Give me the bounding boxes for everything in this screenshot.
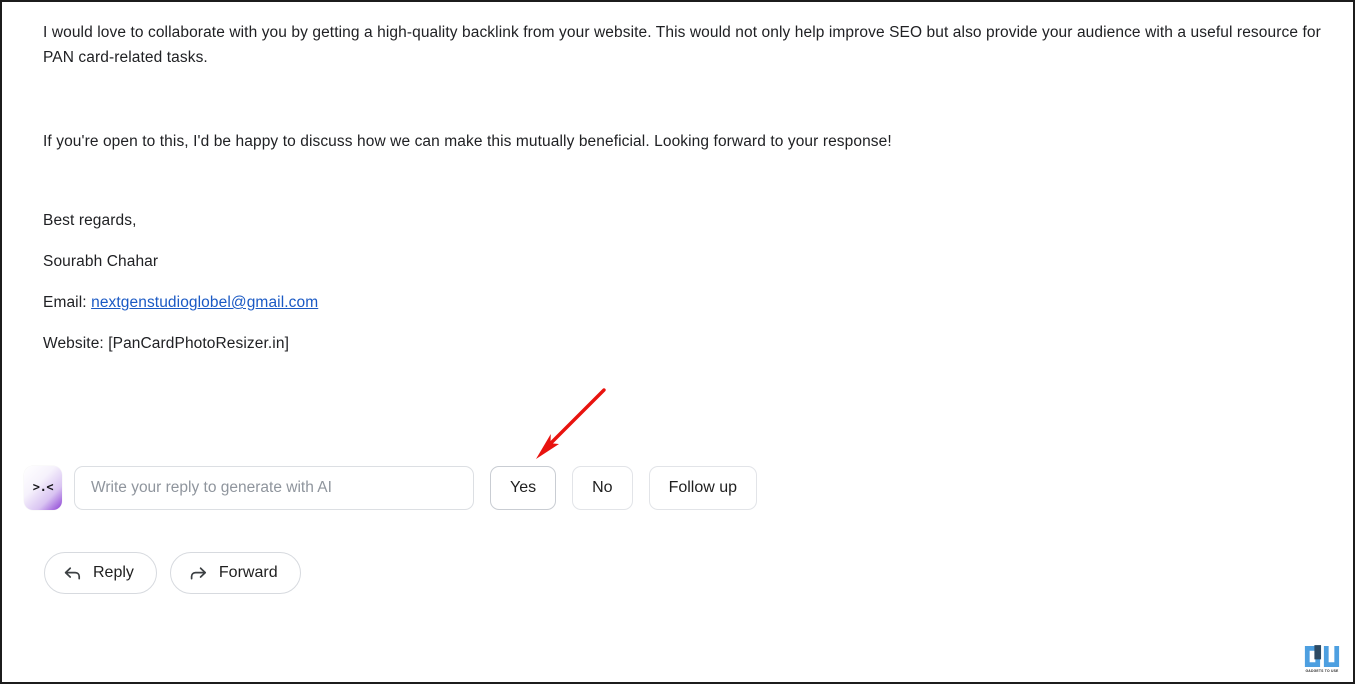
forward-button[interactable]: Forward <box>169 552 301 594</box>
ai-face-glyph: >.< <box>32 480 54 494</box>
ai-reply-input[interactable] <box>74 466 474 510</box>
watermark-text: GADGETS TO USE <box>1305 669 1339 673</box>
forward-arrow-icon <box>189 565 208 582</box>
reply-button-label: Reply <box>93 564 134 581</box>
watermark-mark-icon <box>1304 645 1340 667</box>
annotation-arrow-icon <box>526 385 612 470</box>
signature-website-line: Website: [PanCardPhotoResizer.in] <box>43 335 289 352</box>
suggestion-follow-up-button[interactable]: Follow up <box>648 466 758 510</box>
ai-reply-bar: >.< Yes No Follow up <box>24 466 758 510</box>
email-paragraph-2-wrap: If you're open to this, I'd be happy to … <box>43 129 1343 154</box>
email-thread-page: I would love to collaborate with you by … <box>0 0 1355 684</box>
email-paragraph-2: If you're open to this, I'd be happy to … <box>43 133 892 150</box>
watermark-logo: GADGETS TO USE <box>1301 638 1343 674</box>
suggestion-no-button[interactable]: No <box>572 466 633 510</box>
email-paragraph-1: I would love to collaborate with you by … <box>43 24 1321 66</box>
signature-name: Sourabh Chahar <box>43 253 159 270</box>
reply-button[interactable]: Reply <box>44 552 157 594</box>
message-actions: Reply Forward <box>44 552 301 594</box>
signature-closing: Best regards, <box>43 212 137 229</box>
signature-email-link[interactable]: nextgenstudioglobel@gmail.com <box>91 294 318 311</box>
email-body: I would love to collaborate with you by … <box>43 20 1339 70</box>
signature-email-label: Email: <box>43 294 87 311</box>
reply-arrow-icon <box>63 565 82 582</box>
suggestion-yes-button[interactable]: Yes <box>490 466 557 510</box>
signature-email-line: Email: nextgenstudioglobel@gmail.com <box>43 292 318 313</box>
forward-button-label: Forward <box>218 564 278 581</box>
ai-face-icon[interactable]: >.< <box>24 466 62 510</box>
email-signature: Best regards, Sourabh Chahar Email: next… <box>43 210 318 354</box>
